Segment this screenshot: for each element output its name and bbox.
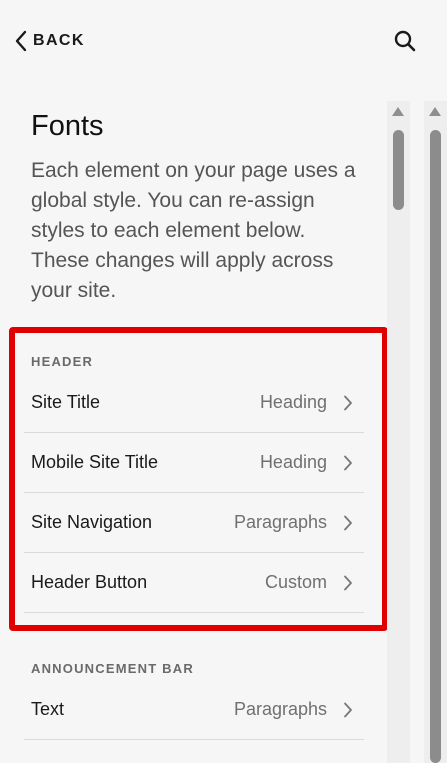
scrollbar-thumb[interactable] <box>430 130 441 763</box>
search-icon <box>393 29 417 58</box>
search-button[interactable] <box>390 28 420 58</box>
item-label: Header Button <box>31 572 148 592</box>
list-item-site-title[interactable]: Site Title Heading <box>24 373 364 433</box>
section-label-announcement-bar: ANNOUNCEMENT BAR <box>31 661 194 676</box>
item-label: Site Title <box>31 392 101 412</box>
panel-scrollbar[interactable] <box>387 101 410 763</box>
item-label: Mobile Site Title <box>31 452 159 472</box>
back-label: BACK <box>33 32 85 49</box>
top-bar: BACK <box>0 0 388 84</box>
scroll-up-arrow-icon[interactable] <box>392 107 404 116</box>
chevron-right-icon <box>342 395 354 411</box>
item-value: Heading <box>259 392 327 412</box>
item-label: Text <box>31 699 65 719</box>
list-item-announcement-text[interactable]: Text Paragraphs <box>24 680 364 740</box>
item-value: Paragraphs <box>233 699 327 719</box>
chevron-right-icon <box>342 455 354 471</box>
chevron-left-icon <box>14 30 28 52</box>
item-value: Heading <box>259 452 327 472</box>
scroll-up-arrow-icon[interactable] <box>429 107 441 116</box>
list-item-site-navigation[interactable]: Site Navigation Paragraphs <box>24 493 364 553</box>
section-label-header: HEADER <box>31 354 94 369</box>
scrollbar-thumb[interactable] <box>393 130 404 210</box>
page-scrollbar[interactable] <box>424 101 447 763</box>
list-item-mobile-site-title[interactable]: Mobile Site Title Heading <box>24 433 364 493</box>
list-item-header-button[interactable]: Header Button Custom <box>24 553 364 613</box>
item-value: Custom <box>264 572 327 592</box>
page-description: Each element on your page uses a global … <box>31 159 356 302</box>
chevron-right-icon <box>342 575 354 591</box>
chevron-right-icon <box>342 515 354 531</box>
fonts-panel: Fonts Each element on your page uses a g… <box>0 84 388 763</box>
item-value: Paragraphs <box>233 512 327 532</box>
back-button[interactable]: BACK <box>14 28 85 54</box>
item-label: Site Navigation <box>31 512 153 532</box>
page-title: Fonts <box>31 110 104 142</box>
chevron-right-icon <box>342 702 354 718</box>
